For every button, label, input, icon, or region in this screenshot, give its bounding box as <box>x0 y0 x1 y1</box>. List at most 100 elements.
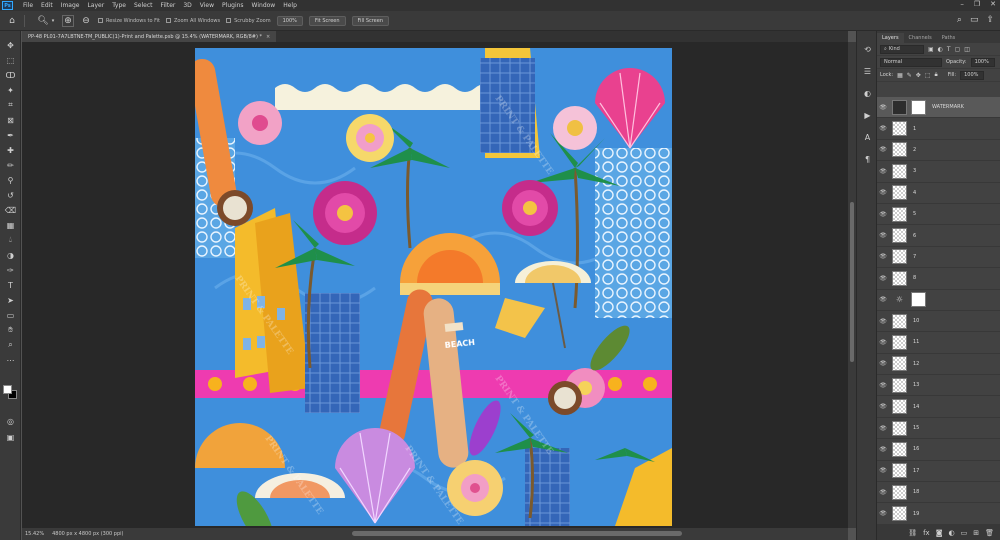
layer-row[interactable]: 👁︎ 16 <box>877 439 1000 461</box>
dodge-tool-icon[interactable]: ◑ <box>4 249 17 261</box>
actions-panel-icon[interactable]: ▶ <box>861 109 874 121</box>
history-brush-tool-icon[interactable]: ↺ <box>4 189 17 201</box>
layer-thumbnail[interactable] <box>892 441 907 457</box>
layer-thumbnail[interactable] <box>892 399 907 415</box>
menu-item-help[interactable]: Help <box>279 2 301 9</box>
lasso-tool-icon[interactable]: ↀ <box>4 69 17 81</box>
frame-tool-icon[interactable]: ⊠ <box>4 114 17 126</box>
canvas-area[interactable]: PRINT & PALETTE PRINT & PALETTE PRINT & … <box>22 42 848 528</box>
layer-thumbnail[interactable] <box>892 377 907 393</box>
layer-row[interactable]: 👁︎ 1 <box>877 118 1000 140</box>
scroll-thumb[interactable] <box>352 531 682 536</box>
blend-mode-select[interactable]: Normal <box>880 57 942 67</box>
visibility-eye-icon[interactable]: 👁︎ <box>877 467 889 474</box>
layer-row[interactable]: 👁︎ 7 <box>877 247 1000 269</box>
layer-row[interactable]: 👁︎ 5 <box>877 204 1000 226</box>
clone-stamp-tool-icon[interactable]: ⚲ <box>4 174 17 186</box>
chevron-down-icon[interactable]: ▾ <box>50 15 56 27</box>
magic-wand-tool-icon[interactable]: ✦ <box>4 84 17 96</box>
vertical-scrollbar[interactable] <box>848 42 856 528</box>
layer-row[interactable]: 👁︎ 13 <box>877 375 1000 397</box>
menu-item-plugins[interactable]: Plugins <box>218 2 248 9</box>
layer-thumbnail[interactable] <box>892 506 907 522</box>
visibility-eye-icon[interactable]: 👁︎ <box>877 360 889 367</box>
layer-thumbnail[interactable] <box>892 228 907 244</box>
history-panel-icon[interactable]: ⟲ <box>861 43 874 55</box>
menu-item-image[interactable]: Image <box>57 2 84 9</box>
layer-thumbnail[interactable] <box>892 356 907 372</box>
visibility-eye-icon[interactable]: 👁︎ <box>877 446 889 453</box>
restore-icon[interactable]: ❐ <box>974 0 980 8</box>
workspace-icon[interactable]: ▭ <box>970 15 979 25</box>
scrubby-zoom-checkbox[interactable]: Scrubby Zoom <box>226 18 271 24</box>
layer-row[interactable]: 👁︎ 10 <box>877 311 1000 333</box>
visibility-eye-icon[interactable]: 👁︎ <box>877 510 889 517</box>
new-group-icon[interactable]: ▭ <box>961 529 968 537</box>
shape-tool-icon[interactable]: ▭ <box>4 309 17 321</box>
smartobject-filter-icon[interactable]: ◫ <box>964 46 970 53</box>
layer-row[interactable]: 👁︎ 11 <box>877 332 1000 354</box>
zoom-tool-icon[interactable]: 🔍︎ <box>37 15 49 27</box>
visibility-eye-icon[interactable]: 👁︎ <box>877 253 889 260</box>
visibility-eye-icon[interactable]: 👁︎ <box>877 425 889 432</box>
layer-thumbnail[interactable] <box>892 249 907 265</box>
layer-row[interactable]: 👁︎ 4 <box>877 183 1000 204</box>
lock-all-icon[interactable]: 🔒︎ <box>935 71 938 79</box>
hand-tool-icon[interactable]: ✋︎ <box>4 324 17 336</box>
zoom-out-icon[interactable]: ⊖ <box>80 15 92 27</box>
path-selection-tool-icon[interactable]: ➤ <box>4 294 17 306</box>
zoom-status[interactable]: 15.42% <box>25 531 44 537</box>
opacity-input[interactable]: 100% <box>970 57 995 67</box>
share-icon[interactable]: ⇪ <box>986 15 994 25</box>
document-info[interactable]: 4800 px x 4800 px (300 ppi) <box>52 531 123 537</box>
eraser-tool-icon[interactable]: ⌫ <box>4 204 17 216</box>
layer-thumbnail[interactable] <box>892 206 907 222</box>
layer-row[interactable]: 👁︎ 14 <box>877 396 1000 418</box>
search-icon[interactable]: ⌕ <box>957 15 962 25</box>
layer-row[interactable]: 👁︎ 15 <box>877 418 1000 440</box>
screen-mode-icon[interactable]: ▣ <box>4 431 17 443</box>
healing-brush-tool-icon[interactable]: ✚ <box>4 144 17 156</box>
filter-kind-select[interactable]: ⌕ Kind <box>880 44 924 54</box>
zoom-all-windows-checkbox[interactable]: Zoom All Windows <box>166 18 220 24</box>
add-mask-icon[interactable]: ◙ <box>936 529 943 537</box>
layer-row[interactable]: 👁︎ 2 <box>877 140 1000 162</box>
adjustments-panel-icon[interactable]: ◐ <box>861 87 874 99</box>
layer-thumbnail[interactable] <box>892 270 907 286</box>
layer-row[interactable]: 👁︎ ☼ <box>877 290 1000 311</box>
visibility-eye-icon[interactable]: 👁︎ <box>877 125 889 132</box>
paragraph-panel-icon[interactable]: ¶ <box>861 153 874 165</box>
foreground-color-swatch[interactable] <box>3 385 12 394</box>
pixel-filter-icon[interactable]: ▣ <box>928 46 934 53</box>
layer-thumbnail[interactable] <box>892 99 907 115</box>
visibility-eye-icon[interactable]: 👁︎ <box>877 211 889 218</box>
adjustment-layer-thumbnail-icon[interactable]: ☼ <box>892 292 907 308</box>
layer-thumbnail[interactable] <box>892 142 907 158</box>
lock-pixels-icon[interactable]: ▦ <box>897 72 903 79</box>
visibility-eye-icon[interactable]: 👁︎ <box>877 189 889 196</box>
fit-screen-button[interactable]: Fit Screen <box>308 15 346 26</box>
layer-row[interactable]: 👁︎ 17 <box>877 461 1000 483</box>
layer-row[interactable]: 👁︎ 3 <box>877 161 1000 183</box>
menu-item-filter[interactable]: Filter <box>157 2 180 9</box>
more-tools-icon[interactable]: ⋯ <box>4 354 17 366</box>
layer-row[interactable]: 👁︎ WATERMARK <box>877 97 1000 119</box>
close-icon[interactable]: ✕ <box>990 0 996 8</box>
pen-tool-icon[interactable]: ✑ <box>4 264 17 276</box>
visibility-eye-icon[interactable]: 👁︎ <box>877 382 889 389</box>
visibility-eye-icon[interactable]: 👁︎ <box>877 104 889 111</box>
type-filter-icon[interactable]: T <box>947 46 951 53</box>
menu-item-layer[interactable]: Layer <box>83 2 108 9</box>
menu-item-select[interactable]: Select <box>130 2 157 9</box>
lock-artboard-icon[interactable]: ⬚ <box>925 72 931 79</box>
layer-thumbnail[interactable] <box>892 185 907 201</box>
menu-item-window[interactable]: Window <box>248 2 280 9</box>
layer-thumbnail[interactable] <box>892 163 907 179</box>
visibility-eye-icon[interactable]: 👁︎ <box>877 168 889 175</box>
home-icon[interactable]: ⌂ <box>6 15 18 27</box>
fx-icon[interactable]: fx <box>923 529 930 537</box>
layer-thumbnail[interactable] <box>892 334 907 350</box>
blur-tool-icon[interactable]: 💧︎ <box>4 234 17 246</box>
zoom-in-icon[interactable]: ⊕ <box>62 14 74 27</box>
adjustment-layer-icon[interactable]: ◐ <box>949 529 955 537</box>
